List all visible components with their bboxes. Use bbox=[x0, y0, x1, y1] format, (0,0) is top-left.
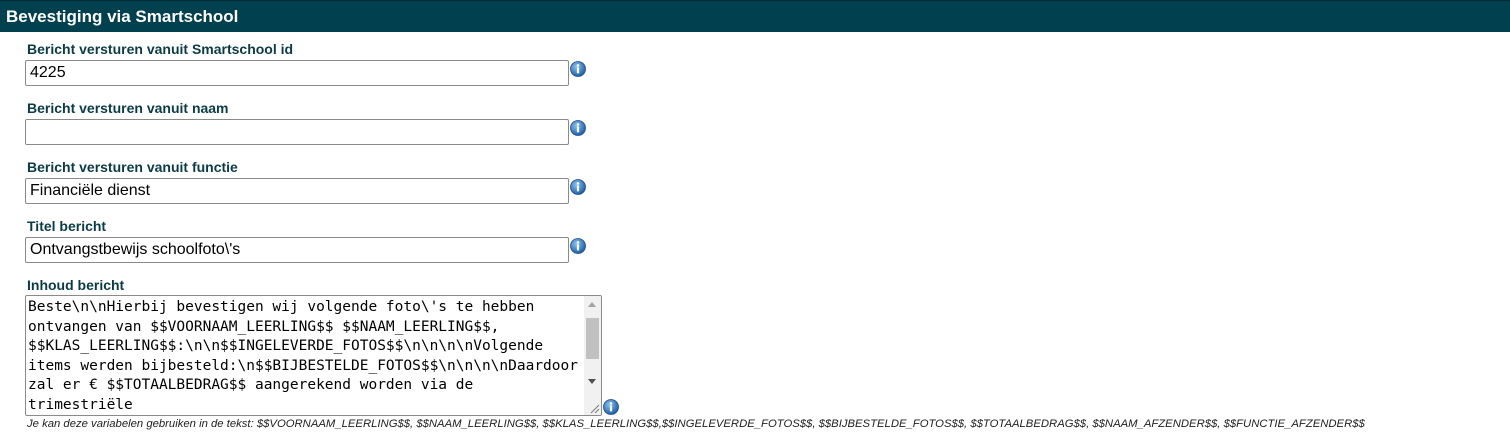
variables-hint: Je kan deze variabelen gebruiken in de t… bbox=[27, 418, 1365, 430]
scroll-thumb[interactable] bbox=[586, 318, 599, 359]
sender-function-input[interactable] bbox=[25, 178, 569, 204]
message-title-input[interactable] bbox=[25, 237, 569, 263]
section-title: Bevestiging via Smartschool bbox=[6, 7, 239, 26]
message-body-label: Inhoud bericht bbox=[27, 277, 125, 293]
resize-grip-icon[interactable] bbox=[588, 402, 600, 414]
info-icon[interactable] bbox=[570, 238, 586, 254]
sender-id-input[interactable] bbox=[25, 60, 569, 86]
info-icon[interactable] bbox=[603, 399, 619, 415]
scroll-down-icon[interactable] bbox=[588, 379, 596, 384]
info-icon[interactable] bbox=[570, 120, 586, 136]
sender-function-label: Bericht versturen vanuit functie bbox=[27, 159, 238, 175]
section-header: Bevestiging via Smartschool bbox=[0, 0, 1510, 32]
message-title-label: Titel bericht bbox=[27, 218, 107, 234]
sender-id-label: Bericht versturen vanuit Smartschool id bbox=[27, 41, 294, 57]
sender-name-label: Bericht versturen vanuit naam bbox=[27, 100, 229, 116]
info-icon[interactable] bbox=[570, 179, 586, 195]
message-body-text[interactable]: Beste\n\nHierbij bevestigen wij volgende… bbox=[28, 298, 579, 414]
scroll-up-icon[interactable] bbox=[588, 302, 596, 307]
message-body-textarea[interactable]: Beste\n\nHierbij bevestigen wij volgende… bbox=[25, 295, 602, 416]
info-icon[interactable] bbox=[570, 61, 586, 77]
message-body-scrollbar[interactable] bbox=[584, 296, 601, 415]
sender-name-input[interactable] bbox=[25, 119, 569, 145]
